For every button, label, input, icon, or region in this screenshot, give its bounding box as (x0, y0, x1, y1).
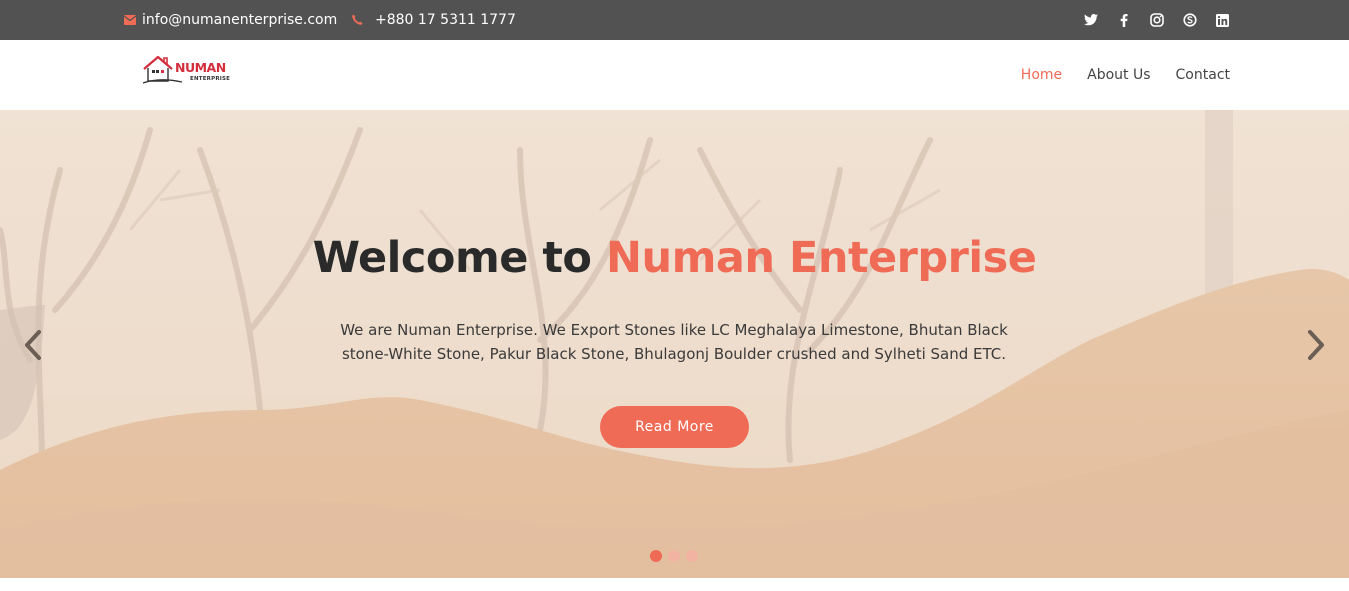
slider-dot-3[interactable] (686, 550, 698, 562)
slider-dot-2[interactable] (668, 550, 680, 562)
chevron-right-icon (1308, 330, 1324, 360)
nav-contact[interactable]: Contact (1176, 67, 1230, 83)
slider-next-arrow[interactable] (1304, 328, 1328, 362)
hero-description: We are Numan Enterprise. We Export Stone… (340, 321, 1008, 363)
slider-dots (650, 550, 698, 562)
section-divider (0, 578, 1349, 591)
slider-prev-arrow[interactable] (21, 328, 45, 362)
top-bar: info@numanenterprise.com +880 17 5311 17… (0, 0, 1349, 40)
nav-about-us[interactable]: About Us (1087, 67, 1150, 83)
instagram-icon[interactable] (1149, 13, 1164, 28)
logo-tagline: ENTERPRISE (190, 76, 231, 82)
phone-icon (352, 14, 363, 25)
linkedin-icon[interactable] (1215, 13, 1230, 28)
logo-name: NUMAN (175, 60, 226, 75)
envelope-icon (124, 15, 136, 25)
read-more-button[interactable]: Read More (600, 406, 749, 448)
facebook-icon[interactable] (1116, 13, 1131, 28)
hero-title: Welcome to Numan Enterprise (0, 233, 1349, 283)
hero-slider: Welcome to Numan Enterprise We are Numan… (0, 110, 1349, 578)
primary-nav: Home About Us Contact (1021, 40, 1230, 110)
social-links (1083, 0, 1230, 40)
email-contact[interactable]: info@numanenterprise.com (124, 0, 337, 40)
slider-dot-1[interactable] (650, 550, 662, 562)
brand-logo[interactable]: NUMAN ENTERPRISE (142, 53, 242, 89)
main-navbar: NUMAN ENTERPRISE Home About Us Contact (0, 40, 1349, 110)
nav-home[interactable]: Home (1021, 67, 1062, 83)
email-text[interactable]: info@numanenterprise.com (142, 12, 337, 28)
phone-contact[interactable]: +880 17 5311 1777 (351, 0, 516, 40)
skype-icon[interactable] (1182, 13, 1197, 28)
phone-text[interactable]: +880 17 5311 1777 (375, 12, 516, 28)
hero-title-accent: Numan Enterprise (605, 233, 1037, 283)
hero-title-prefix: Welcome to (312, 233, 592, 283)
twitter-icon[interactable] (1083, 13, 1098, 28)
chevron-left-icon (25, 330, 41, 360)
